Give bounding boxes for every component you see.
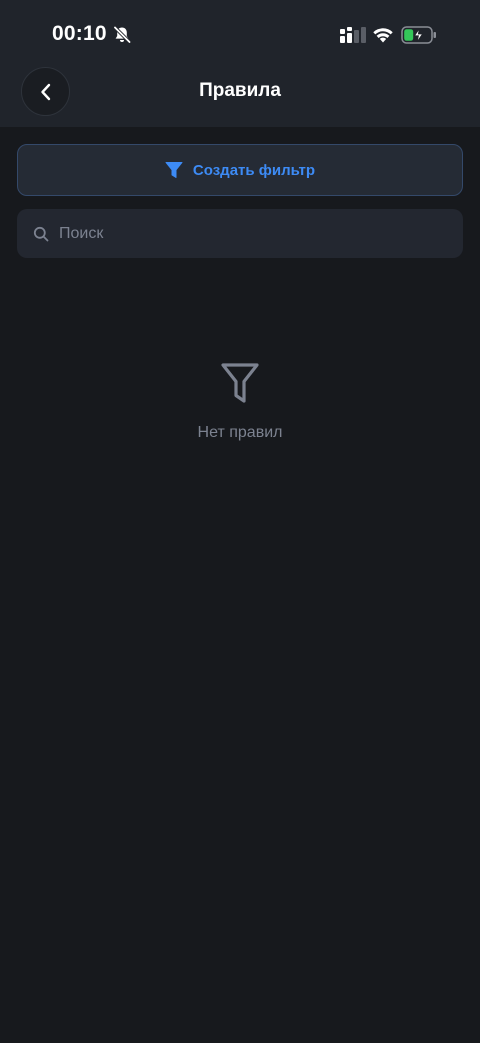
create-filter-button[interactable]: Создать фильтр [17, 144, 463, 196]
bell-off-icon [112, 25, 132, 45]
wifi-icon [372, 26, 394, 43]
create-filter-label: Создать фильтр [192, 161, 316, 179]
header: 00:10 Правила [0, 0, 480, 127]
search-icon [33, 226, 49, 242]
empty-state: Нет правил [0, 360, 480, 442]
status-bar: 00:10 [0, 0, 480, 60]
page-title: Правила [199, 80, 281, 101]
cellular-signal-icon [340, 27, 366, 43]
rules-screen: 00:10 Правила Создать фильтр Поиск Нет п… [0, 0, 480, 1043]
search-input[interactable] [59, 224, 439, 243]
navigation-bar: Правила [0, 60, 480, 127]
battery-charging-icon [401, 26, 437, 44]
filter-outline-icon [220, 360, 260, 406]
status-time: 00:10 [52, 22, 107, 45]
filter-icon [165, 161, 183, 179]
search-bar[interactable] [17, 209, 463, 258]
empty-state-text: Нет правил [197, 424, 283, 441]
